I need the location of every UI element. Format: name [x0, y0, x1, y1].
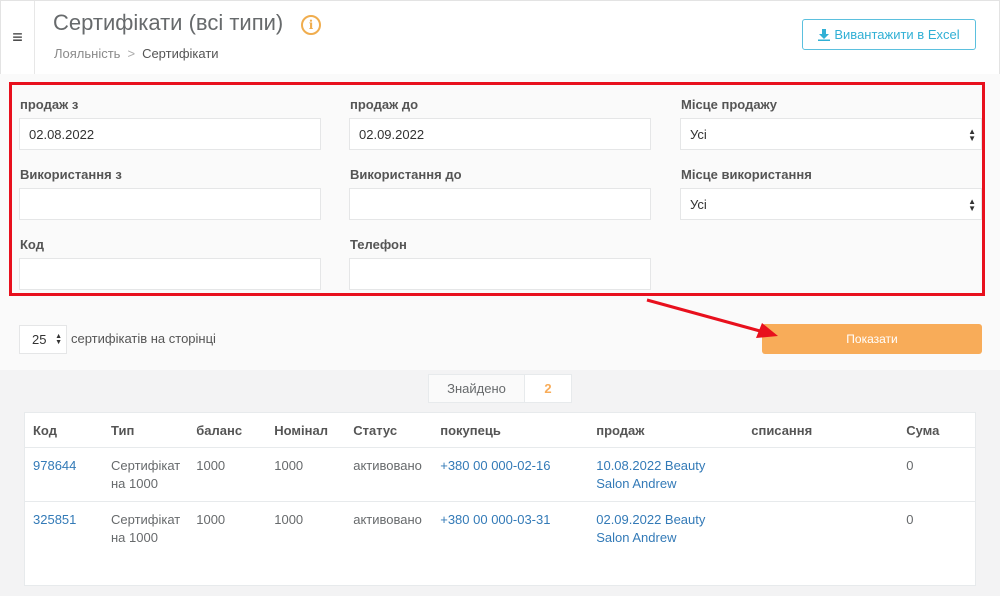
- export-excel-label: Вивантажити в Excel: [834, 27, 960, 42]
- cell-balance: 1000: [196, 458, 226, 473]
- column-header-code[interactable]: Код: [25, 413, 103, 448]
- cell-sum: 0: [906, 458, 914, 473]
- cell-status: активовано: [353, 458, 422, 473]
- hamburger-menu-icon[interactable]: ≡: [1, 1, 35, 74]
- breadcrumb-item-current: Сертифікати: [142, 46, 219, 61]
- use-from-input[interactable]: [19, 188, 321, 220]
- sale-link[interactable]: 10.08.2022 Beauty Salon Andrew: [596, 458, 705, 491]
- select-arrows-icon: ▲ ▼: [968, 197, 976, 213]
- table-header-row: Код Тип баланс Номінал Статус покупець п…: [25, 413, 975, 448]
- use-from-label: Використання з: [20, 167, 122, 182]
- certificate-code-link[interactable]: 325851: [33, 512, 76, 527]
- cell-type: Сертифікат на 1000: [111, 458, 181, 491]
- select-arrows-icon: ▲ ▼: [55, 333, 62, 346]
- per-page-select[interactable]: 25 ▲ ▼: [19, 325, 67, 354]
- buyer-phone-link[interactable]: +380 00 000-02-16: [440, 458, 550, 473]
- code-input[interactable]: [19, 258, 321, 290]
- column-header-balance[interactable]: баланс: [188, 413, 267, 448]
- column-header-buyer[interactable]: покупець: [432, 413, 589, 448]
- page-header: ≡ Сертифікати (всі типи) i Лояльність > Се…: [0, 0, 1000, 75]
- column-header-writeoff[interactable]: списання: [743, 413, 899, 448]
- use-place-select[interactable]: Усі ▲ ▼: [680, 188, 982, 220]
- found-count: 2: [524, 374, 572, 403]
- sale-link[interactable]: 02.09.2022 Beauty Salon Andrew: [596, 512, 705, 545]
- sale-place-select[interactable]: Усі ▲ ▼: [680, 118, 982, 150]
- use-place-value: Усі: [690, 196, 707, 212]
- breadcrumb-item-loyalty[interactable]: Лояльність: [54, 46, 120, 61]
- info-icon[interactable]: i: [301, 15, 321, 35]
- code-label: Код: [20, 237, 44, 252]
- use-place-label: Місце використання: [681, 167, 812, 182]
- phone-input[interactable]: [349, 258, 651, 290]
- sale-to-label: продаж до: [350, 97, 419, 112]
- column-header-type[interactable]: Тип: [103, 413, 189, 448]
- use-to-label: Використання до: [350, 167, 462, 182]
- certificate-code-link[interactable]: 978644: [33, 458, 76, 473]
- page-title: Сертифікати (всі типи): [53, 10, 284, 35]
- sale-to-input[interactable]: 02.09.2022: [349, 118, 651, 150]
- sale-place-label: Місце продажу: [681, 97, 777, 112]
- cell-status: активовано: [353, 512, 422, 527]
- cell-sum: 0: [906, 512, 914, 527]
- export-excel-button[interactable]: Вивантажити в Excel: [802, 19, 976, 50]
- cell-writeoff: [743, 448, 898, 502]
- buyer-phone-link[interactable]: +380 00 000-03-31: [440, 512, 550, 527]
- breadcrumb: Лояльність > Сертифікати: [54, 46, 219, 61]
- phone-label: Телефон: [350, 237, 407, 252]
- table-row: 978644 Сертифікат на 1000 1000 1000 акти…: [25, 448, 975, 502]
- column-header-sale[interactable]: продаж: [588, 413, 744, 448]
- use-to-input[interactable]: [349, 188, 651, 220]
- table-row: 325851 Сертифікат на 1000 1000 1000 акти…: [25, 501, 975, 556]
- per-page-value: 25: [32, 332, 47, 347]
- cell-type: Сертифікат на 1000: [111, 512, 181, 545]
- sale-from-input[interactable]: 02.08.2022: [19, 118, 321, 150]
- column-header-status[interactable]: Статус: [345, 413, 433, 448]
- sale-place-value: Усі: [690, 126, 707, 142]
- download-icon: [818, 28, 831, 41]
- cell-nominal: 1000: [274, 458, 304, 473]
- cell-writeoff: [743, 502, 898, 556]
- column-header-nominal[interactable]: Номінал: [266, 413, 346, 448]
- found-label: Знайдено: [428, 374, 525, 403]
- per-page-label: сертифікатів на сторінці: [71, 331, 216, 346]
- breadcrumb-separator: >: [127, 46, 136, 61]
- cell-nominal: 1000: [274, 512, 304, 527]
- column-header-sum[interactable]: Сума: [898, 413, 975, 448]
- results-table: Код Тип баланс Номінал Статус покупець п…: [24, 412, 976, 586]
- cell-balance: 1000: [196, 512, 226, 527]
- show-button[interactable]: Показати: [762, 324, 982, 354]
- sale-from-label: продаж з: [20, 97, 79, 112]
- select-arrows-icon: ▲ ▼: [968, 127, 976, 143]
